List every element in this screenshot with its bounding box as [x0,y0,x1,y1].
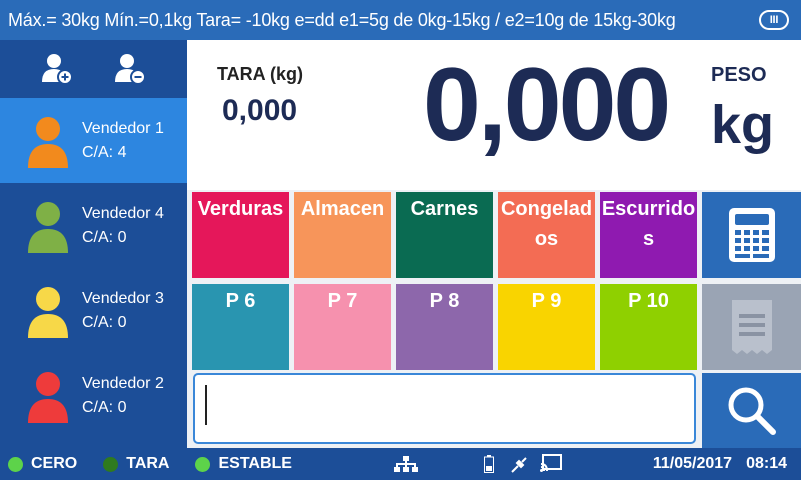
calculator-icon [728,208,775,262]
seller-count: C/A: 0 [82,228,127,246]
category-almacen-button[interactable]: Almacen [294,192,391,278]
spec-bar: Máx.= 30kg Mín.=0,1kg Tara= -10kg e=dd e… [0,0,801,40]
tare-indicator: TARA [95,455,169,473]
search-icon [728,387,776,435]
weight-display: TARA (kg) 0,000 0,000 PESO kg [187,40,801,190]
date-time: 11/05/2017 08:14 [653,448,787,480]
seller-count: C/A: 4 [82,143,127,161]
status-bar: CERO TARA ESTABLE 11/05/2017 08:14 [0,448,801,480]
person-icon [28,201,68,253]
weight-value: 0,000 [423,47,671,163]
seller-sidebar: Vendedor 1 C/A: 4 Vendedor 4 C/A: 0 Vend… [0,40,187,448]
seller-name: Vendedor 2 [82,374,164,392]
search-input[interactable] [193,373,696,444]
stable-led [195,456,211,472]
zero-led [8,456,23,472]
seller-name: Vendedor 1 [82,119,164,137]
person-icon [28,116,68,168]
seller-item[interactable]: Vendedor 1 C/A: 4 [0,98,187,183]
seller-name: Vendedor 3 [82,289,164,307]
category-carnes-button[interactable]: Carnes [396,192,493,278]
receipt-button[interactable] [702,284,801,370]
calculator-button[interactable] [702,192,801,278]
main-panel: TARA (kg) 0,000 0,000 PESO kg Verduras A… [187,40,801,448]
preset-p10-button[interactable]: P 10 [600,284,697,370]
remove-user-button[interactable] [110,49,150,89]
seller-name: Vendedor 4 [82,204,164,222]
preset-p9-button[interactable]: P 9 [498,284,595,370]
category-congelados-button[interactable]: Congelados [498,192,595,278]
seller-item[interactable]: Vendedor 3 C/A: 0 [0,268,187,353]
preset-p8-button[interactable]: P 8 [396,284,493,370]
tara-label: TARA (kg) [217,64,303,84]
zero-indicator: CERO [0,455,77,473]
cast-icon [540,454,562,477]
person-icon [28,371,68,423]
receipt-icon [731,300,772,354]
category-verduras-button[interactable]: Verduras [192,192,289,278]
weight-unit: kg [711,95,775,155]
tare-label: TARA [126,455,170,472]
seller-count: C/A: 0 [82,313,127,331]
search-button[interactable] [702,373,801,448]
seller-item[interactable]: Vendedor 2 C/A: 0 [0,353,187,438]
user-minus-icon [115,54,147,85]
preset-p7-button[interactable]: P 7 [294,284,391,370]
seller-list: Vendedor 1 C/A: 4 Vendedor 4 C/A: 0 Vend… [0,98,187,438]
date-text: 11/05/2017 [652,455,733,472]
peso-label: PESO [711,64,767,86]
person-icon [28,286,68,338]
tara-value: 0,000 [222,94,298,127]
tare-led [103,456,119,472]
user-buttons [0,40,187,98]
time-text: 08:14 [746,455,787,472]
zero-label: CERO [31,455,78,472]
plug-icon [510,454,530,479]
text-caret [205,385,207,425]
battery-icon [484,455,494,478]
stable-indicator: ESTABLE [187,455,292,473]
network-icon [394,456,418,477]
category-escurridos-button[interactable]: Escurridos [600,192,697,278]
stable-label: ESTABLE [218,455,292,472]
seller-item[interactable]: Vendedor 4 C/A: 0 [0,183,187,268]
spec-text: Máx.= 30kg Mín.=0,1kg Tara= -10kg e=dd e… [8,9,676,30]
add-user-button[interactable] [37,49,77,89]
accuracy-class-badge: III [759,10,789,30]
user-plus-icon [41,54,73,85]
seller-count: C/A: 0 [82,398,127,416]
preset-p6-button[interactable]: P 6 [192,284,289,370]
